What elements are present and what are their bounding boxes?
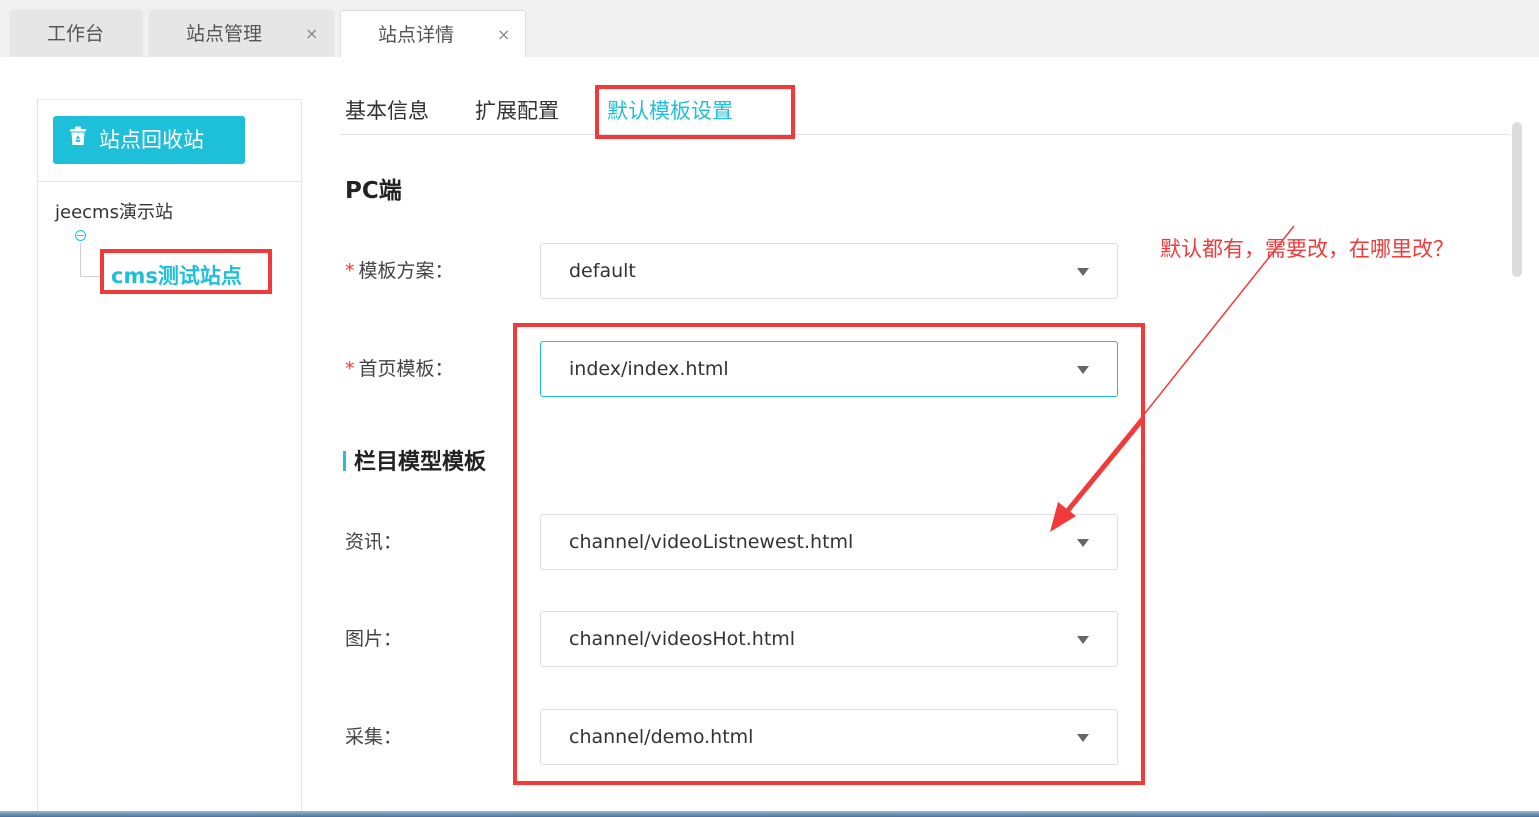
select-value: default (569, 260, 636, 282)
template-scheme-label: * 模板方案： (345, 260, 454, 282)
channel-model-template-title: 栏目模型模板 (343, 448, 486, 478)
tree-connector (80, 243, 81, 277)
channel-news-label: 资讯： (345, 531, 403, 553)
channel-collect-label: 采集： (345, 726, 403, 748)
tab-workbench[interactable]: 工作台 (10, 10, 143, 57)
tab-basic-info[interactable]: 基本信息 (345, 97, 429, 125)
required-mark: * (345, 260, 355, 282)
recycle-bin-icon (69, 115, 87, 163)
annotation-arrow-icon (1050, 225, 1295, 532)
annotation-highlight-box (595, 85, 795, 139)
annotation-highlight-box (100, 249, 272, 294)
tab-extended-config[interactable]: 扩展配置 (475, 97, 559, 125)
collapse-icon[interactable]: − (75, 230, 86, 241)
tab-label: 站点管理 (186, 23, 263, 45)
home-template-label: * 首页模板： (345, 358, 454, 380)
divider (38, 181, 301, 182)
tab-site-details[interactable]: 站点详情 × (340, 10, 526, 57)
template-scheme-select[interactable]: default (540, 243, 1118, 299)
site-tree-panel: 站点回收站 jeecms演示站 − cms测试站点 (37, 99, 302, 817)
required-mark: * (345, 358, 355, 380)
tab-label: 工作台 (47, 23, 105, 45)
tab-site-management[interactable]: 站点管理 × (149, 10, 334, 57)
close-icon[interactable]: × (305, 22, 318, 46)
scrollbar-thumb[interactable] (1512, 122, 1522, 277)
tabs-divider (340, 134, 1510, 135)
channel-picture-label: 图片： (345, 628, 403, 650)
tab-bar: 工作台 站点管理 × 站点详情 × (0, 0, 1539, 57)
recycle-button-label: 站点回收站 (99, 128, 204, 152)
os-taskbar (0, 811, 1539, 817)
tree-connector (80, 276, 102, 277)
close-icon[interactable]: × (497, 23, 510, 47)
title-accent-bar (343, 451, 346, 471)
site-recycle-bin-button[interactable]: 站点回收站 (53, 116, 245, 164)
tree-node-root-site[interactable]: jeecms演示站 (55, 201, 173, 225)
section-title-pc: PC端 (345, 178, 402, 204)
tab-label: 站点详情 (378, 24, 455, 46)
